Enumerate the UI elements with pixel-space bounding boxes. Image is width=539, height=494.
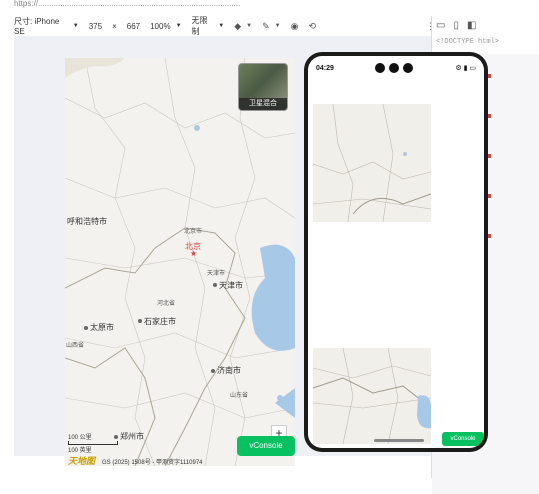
city-dot [84, 326, 88, 330]
city-hohhot: 呼和浩特市 [67, 217, 107, 226]
scale-mi: 100 英里 [68, 448, 92, 454]
pen-icon[interactable]: ✎ [262, 21, 281, 32]
sensor-icon[interactable]: ◆ [234, 21, 252, 32]
satellite-thumbnail [239, 64, 287, 100]
throttle-select[interactable]: 无限制 [192, 15, 225, 37]
city-tianjin: 天津市 [219, 281, 243, 290]
devtools-toolbar: ▭ ▯ ◧ [432, 16, 539, 35]
province-hebei: 河北省 [157, 301, 176, 307]
camera-dot [375, 63, 385, 73]
code-marker [488, 234, 491, 238]
city-dot [213, 283, 217, 287]
zoom-select[interactable]: 100% [150, 22, 181, 31]
device-toggle-icon[interactable]: ▯ [453, 20, 459, 31]
device-toolbar: 尺寸: iPhone SE 375 × 667 100% 无限制 ◆ ✎ ◉ ⟲… [14, 16, 435, 36]
yellow-sea [275, 388, 295, 418]
vconsole-mini-button[interactable]: vConsole [442, 432, 484, 446]
device-select-label: 尺寸: iPhone SE [14, 17, 60, 36]
city-dot [211, 369, 215, 373]
screenshot-frame: https://................................… [0, 0, 539, 494]
province-shanxi: 山西省 [66, 343, 85, 349]
satellite-toggle-button[interactable]: 卫星混合 [238, 63, 288, 111]
city-zhengzhou: 郑州市 [120, 432, 144, 441]
district-beijing: 北京市 [184, 229, 203, 235]
width-input[interactable]: 375 [89, 22, 102, 31]
city-taiyuan: 太原市 [90, 323, 114, 332]
tile-lines [313, 348, 431, 444]
city-dot [138, 319, 142, 323]
phone-preview: 04:29 ⚙ ▮ ▭ vConsole [304, 52, 488, 452]
tianditu-logo: 天地图 [68, 456, 96, 466]
north-region [65, 58, 125, 78]
map-lines [65, 58, 295, 466]
camera-dot [389, 63, 399, 73]
code-marker [488, 74, 491, 78]
district-tianjin: 天津市 [207, 271, 226, 277]
sidebar-icon[interactable]: ◧ [467, 20, 476, 31]
city-shijiazhuang: 石家庄市 [144, 317, 176, 326]
eye-icon[interactable]: ◉ [291, 21, 299, 32]
map-scale: 100 公里 100 英里 [68, 432, 118, 454]
status-icons: ⚙ ▮ ▭ [455, 65, 476, 72]
zoom-value: 100% [150, 21, 171, 31]
city-jinan: 济南市 [217, 366, 241, 375]
camera-notch [375, 63, 413, 73]
code-marker [488, 154, 491, 158]
vconsole-button[interactable]: vConsole [237, 436, 295, 456]
province-shandong: 山东省 [230, 393, 249, 399]
status-bar: 04:29 ⚙ ▮ ▭ [308, 56, 484, 80]
camera-dot [403, 63, 413, 73]
times-symbol: × [112, 22, 117, 31]
devtools-code: <!DOCTYPE html> [436, 38, 500, 46]
satellite-label: 卫星混合 [239, 98, 287, 110]
map-tile [313, 348, 431, 444]
map-canvas[interactable] [65, 58, 295, 466]
height-input[interactable]: 667 [127, 22, 140, 31]
map-copyright: GS (2025) 1508号 - 甲测资字1110974 [102, 460, 203, 466]
device-select[interactable]: 尺寸: iPhone SE [14, 16, 79, 36]
throttle-value: 无限制 [191, 16, 208, 36]
width-value: 375 [88, 21, 103, 31]
tile-lines [313, 104, 431, 222]
height-value: 667 [126, 21, 141, 31]
capital-star-icon: ★ [190, 249, 198, 258]
scale-km: 100 公里 [68, 435, 92, 441]
code-marker [488, 114, 491, 118]
rotate-icon[interactable]: ⟲ [308, 21, 316, 32]
status-time: 04:29 [316, 65, 334, 72]
code-marker [488, 194, 491, 198]
bohai-sea [251, 244, 295, 351]
map-tile [313, 104, 431, 222]
lake [194, 125, 200, 131]
inspect-icon[interactable]: ▭ [436, 20, 445, 31]
phone-screen: 04:29 ⚙ ▮ ▭ vConsole [308, 56, 484, 448]
home-indicator[interactable] [374, 439, 424, 442]
url-bar[interactable]: https://................................… [14, 0, 474, 8]
times-label: × [112, 21, 117, 31]
